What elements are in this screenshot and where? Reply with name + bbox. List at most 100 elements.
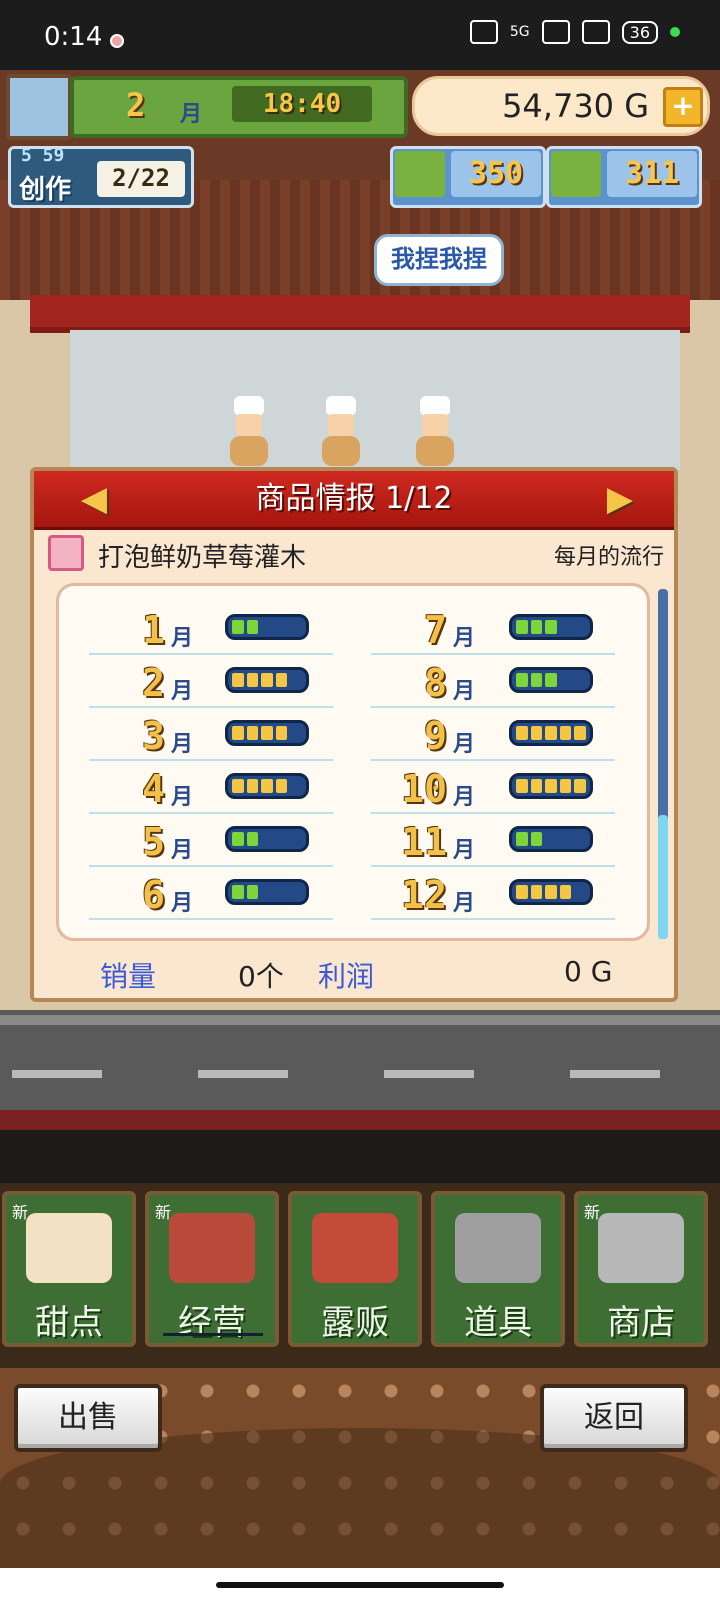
meter-segment (574, 832, 586, 846)
meter-segment (574, 620, 586, 634)
back-button[interactable]: 返回 (540, 1384, 688, 1452)
meter-segment (246, 779, 259, 793)
sell-button[interactable]: 出售 (14, 1384, 162, 1452)
home-handle[interactable] (216, 1582, 504, 1588)
meter-segment (232, 726, 244, 740)
gold-resource[interactable]: 350 (390, 146, 546, 208)
popularity-meter (509, 826, 593, 852)
meter-segment (545, 885, 557, 899)
craft-label: 创作 (19, 175, 72, 205)
next-arrow-icon[interactable]: ▶ (600, 479, 640, 519)
monthly-trend-label: 每月的流行 (553, 545, 664, 570)
month-trend-row: 12 月 (371, 867, 615, 920)
chef-body (230, 436, 268, 466)
meter-segment (261, 832, 273, 846)
month-unit: 月 (171, 891, 194, 916)
scrollbar-thumb[interactable] (658, 815, 668, 939)
month-unit: 月 (171, 838, 194, 863)
meter-segment (261, 620, 273, 634)
meter-segment (290, 832, 302, 846)
popularity-meter (509, 773, 593, 799)
meter-segment (574, 779, 586, 793)
sales-label: 销量 (100, 960, 157, 993)
speech-bubble: 我捏我捏 (374, 234, 504, 286)
popularity-meter (225, 879, 309, 905)
add-money-button[interactable]: + (663, 87, 703, 127)
month-unit: 月 (180, 102, 203, 127)
status-time: 0:14 (44, 22, 103, 52)
menu-button-5[interactable]: 商店 新 (574, 1191, 708, 1347)
stats-row: 销量 0个 利润 0 G (34, 947, 674, 997)
month-number: 6 (142, 873, 165, 917)
snowman-avatar-icon[interactable] (6, 74, 72, 140)
chef-hat (326, 396, 356, 416)
popularity-meter (225, 667, 309, 693)
product-icon (48, 535, 84, 571)
month-number: 5 (142, 820, 165, 864)
medal-resource[interactable]: 311 (546, 146, 702, 208)
panel-header: 商品情报 1/12 ◀ ▶ (34, 471, 674, 530)
menu-button-1[interactable]: 甜点 新 (2, 1191, 136, 1347)
money-display: 54,730 G + (412, 76, 710, 136)
craft-progress: 2/22 (97, 161, 185, 197)
cake-icon (26, 1213, 112, 1283)
awning (30, 295, 690, 333)
panel-title: 商品情报 1/12 (255, 481, 453, 516)
popularity-meter (509, 667, 593, 693)
month-unit: 月 (453, 626, 476, 651)
chef-hat (420, 396, 450, 416)
meter-segment (290, 673, 302, 687)
menu-button-3[interactable]: 露贩 (288, 1191, 422, 1347)
profit-value: 0 G (564, 955, 613, 988)
meter-segment (290, 885, 302, 899)
selected-underline (163, 1333, 263, 1336)
prev-arrow-icon[interactable]: ◀ (74, 479, 114, 519)
meter-segment (574, 726, 586, 740)
scrollbar[interactable] (658, 589, 668, 939)
meter-segment (276, 832, 288, 846)
month-number: 8 (424, 661, 447, 705)
chef-character[interactable] (318, 396, 364, 468)
month-trend-row: 6月 (89, 867, 333, 920)
meter-segment (530, 620, 543, 634)
meter-segment (246, 726, 259, 740)
month-number: 10 (401, 767, 447, 811)
popularity-meter (225, 826, 309, 852)
month-trend-row: 7月 (371, 602, 615, 655)
month-unit: 月 (453, 838, 476, 863)
menu-button-2[interactable]: 经营 新 (145, 1191, 279, 1347)
menu-label: 商店 (607, 1303, 675, 1343)
system-nav-bar (0, 1568, 720, 1600)
meter-segment (275, 673, 288, 687)
month-trend-row: 10 月 (371, 761, 615, 814)
meter-segment (560, 620, 572, 634)
menu-button-4[interactable]: 道具 (431, 1191, 565, 1347)
month-number: 2 (142, 661, 165, 705)
month-number: 11 (401, 820, 447, 864)
privacy-dot-icon (670, 27, 680, 37)
meter-segment (290, 620, 302, 634)
menu-label: 甜点 (35, 1303, 103, 1343)
meter-segment (275, 779, 288, 793)
chef-character[interactable] (226, 396, 272, 468)
month-unit: 月 (171, 626, 194, 651)
gold-bar-icon (395, 151, 445, 197)
month-trend-row: 1月 (89, 602, 333, 655)
gold-value: 350 (451, 151, 541, 197)
meter-segment (559, 779, 572, 793)
meter-segment (560, 673, 572, 687)
meter-segment (574, 885, 586, 899)
month-number: 7 (424, 608, 447, 652)
month-unit: 月 (453, 732, 476, 757)
month-trend-row: 2月 (89, 655, 333, 708)
craft-status[interactable]: 5 59 创作 2/22 (8, 145, 194, 208)
current-month: 2 (126, 86, 146, 124)
craft-timer: 5 59 (21, 145, 65, 166)
meter-segment (516, 779, 528, 793)
popularity-meter (509, 720, 593, 746)
road-marking (384, 1070, 474, 1078)
menu-label: 经营 (178, 1303, 246, 1343)
chef-character[interactable] (412, 396, 458, 468)
meter-segment (516, 726, 528, 740)
status-bar: 0:14 5G 36 (0, 0, 720, 70)
